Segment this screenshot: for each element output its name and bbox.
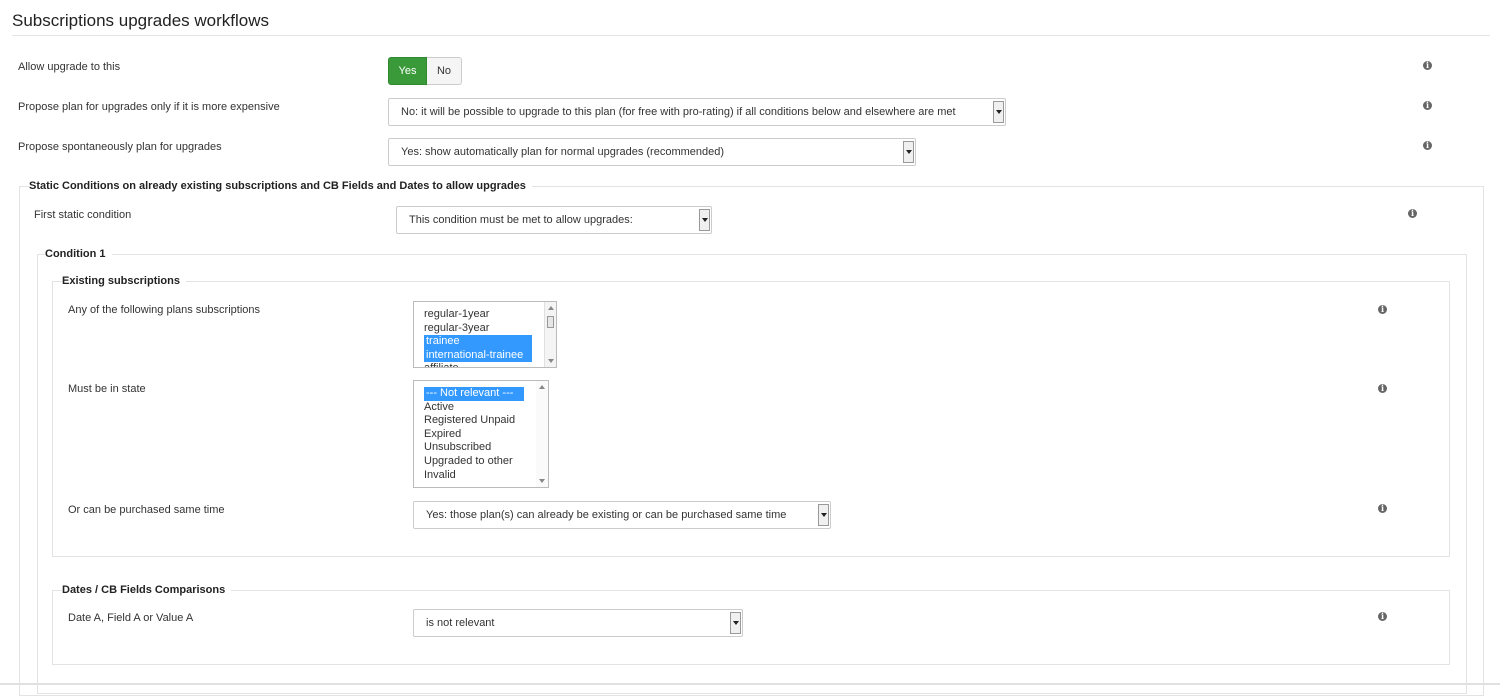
plan-option[interactable]: regular-1year — [414, 308, 556, 322]
scroll-up-icon[interactable] — [539, 385, 545, 389]
propose-expensive-label: Propose plan for upgrades only if it is … — [18, 101, 280, 113]
chevron-down-icon — [903, 141, 914, 163]
date-a-value: is not relevant — [426, 617, 495, 629]
scroll-down-icon[interactable] — [548, 359, 554, 363]
scroll-thumb[interactable] — [547, 316, 554, 328]
info-icon[interactable]: i — [1423, 101, 1432, 110]
page-title: Subscriptions upgrades workflows — [12, 11, 270, 30]
state-option[interactable]: Active — [414, 401, 548, 415]
chevron-down-icon — [730, 612, 741, 634]
title-divider — [12, 35, 1490, 36]
info-icon[interactable]: i — [1408, 209, 1417, 218]
first-static-condition-label: First static condition — [34, 209, 132, 221]
chevron-down-icon — [699, 209, 710, 231]
state-option[interactable]: Upgraded to other — [414, 455, 548, 469]
info-icon[interactable]: i — [1378, 504, 1387, 513]
state-option[interactable]: Unsubscribed — [414, 441, 548, 455]
plan-option[interactable]: regular-3year — [414, 322, 556, 336]
propose-spontaneous-value: Yes: show automatically plan for normal … — [401, 146, 725, 158]
plans-subscriptions-label: Any of the following plans subscriptions — [68, 304, 260, 316]
info-icon[interactable]: i — [1378, 384, 1387, 393]
date-a-select[interactable]: is not relevant — [413, 609, 743, 637]
propose-spontaneous-select[interactable]: Yes: show automatically plan for normal … — [388, 138, 916, 166]
state-option-selected[interactable]: --- Not relevant --- — [424, 387, 524, 401]
purchase-same-time-label: Or can be purchased same time — [68, 504, 225, 516]
state-option[interactable]: Registered Unpaid — [414, 414, 548, 428]
info-icon[interactable]: i — [1423, 61, 1432, 70]
propose-expensive-select[interactable]: No: it will be possible to upgrade to th… — [388, 98, 1006, 126]
chevron-down-icon — [993, 101, 1004, 123]
first-static-condition-value: This condition must be met to allow upgr… — [409, 214, 633, 226]
propose-spontaneous-label: Propose spontaneously plan for upgrades — [18, 141, 222, 153]
static-conditions-legend: Static Conditions on already existing su… — [29, 180, 532, 192]
plan-option[interactable]: affiliate — [414, 362, 556, 367]
propose-expensive-value: No: it will be possible to upgrade to th… — [401, 106, 956, 118]
dates-fields-legend: Dates / CB Fields Comparisons — [62, 584, 232, 596]
allow-upgrade-no-button[interactable]: No — [427, 57, 462, 85]
scroll-up-icon[interactable] — [548, 306, 554, 310]
info-icon[interactable]: i — [1378, 305, 1387, 314]
plans-listbox[interactable]: regular-1year regular-3year trainee inte… — [413, 301, 557, 368]
first-static-condition-select[interactable]: This condition must be met to allow upgr… — [396, 206, 712, 234]
allow-upgrade-yes-button[interactable]: Yes — [388, 57, 427, 85]
date-a-label: Date A, Field A or Value A — [68, 612, 194, 624]
plan-option-selected[interactable]: international-trainee — [424, 348, 532, 363]
purchase-same-time-value: Yes: those plan(s) can already be existi… — [426, 509, 787, 521]
condition-1-legend: Condition 1 — [45, 248, 112, 260]
info-icon[interactable]: i — [1423, 141, 1432, 150]
dates-fields-fieldset — [52, 590, 1450, 665]
state-scrollbar[interactable] — [536, 381, 548, 487]
allow-upgrade-label: Allow upgrade to this — [18, 61, 121, 73]
state-option[interactable]: Expired — [414, 428, 548, 442]
plan-option-selected[interactable]: trainee — [424, 335, 532, 349]
chevron-down-icon — [818, 504, 829, 526]
info-icon[interactable]: i — [1378, 612, 1387, 621]
state-listbox[interactable]: --- Not relevant --- Active Registered U… — [413, 380, 549, 488]
scroll-down-icon[interactable] — [539, 479, 545, 483]
must-be-in-state-label: Must be in state — [68, 383, 146, 395]
purchase-same-time-select[interactable]: Yes: those plan(s) can already be existi… — [413, 501, 831, 529]
existing-subscriptions-legend: Existing subscriptions — [62, 275, 186, 287]
state-option[interactable]: Invalid — [414, 469, 548, 483]
plans-scrollbar[interactable] — [544, 302, 556, 367]
